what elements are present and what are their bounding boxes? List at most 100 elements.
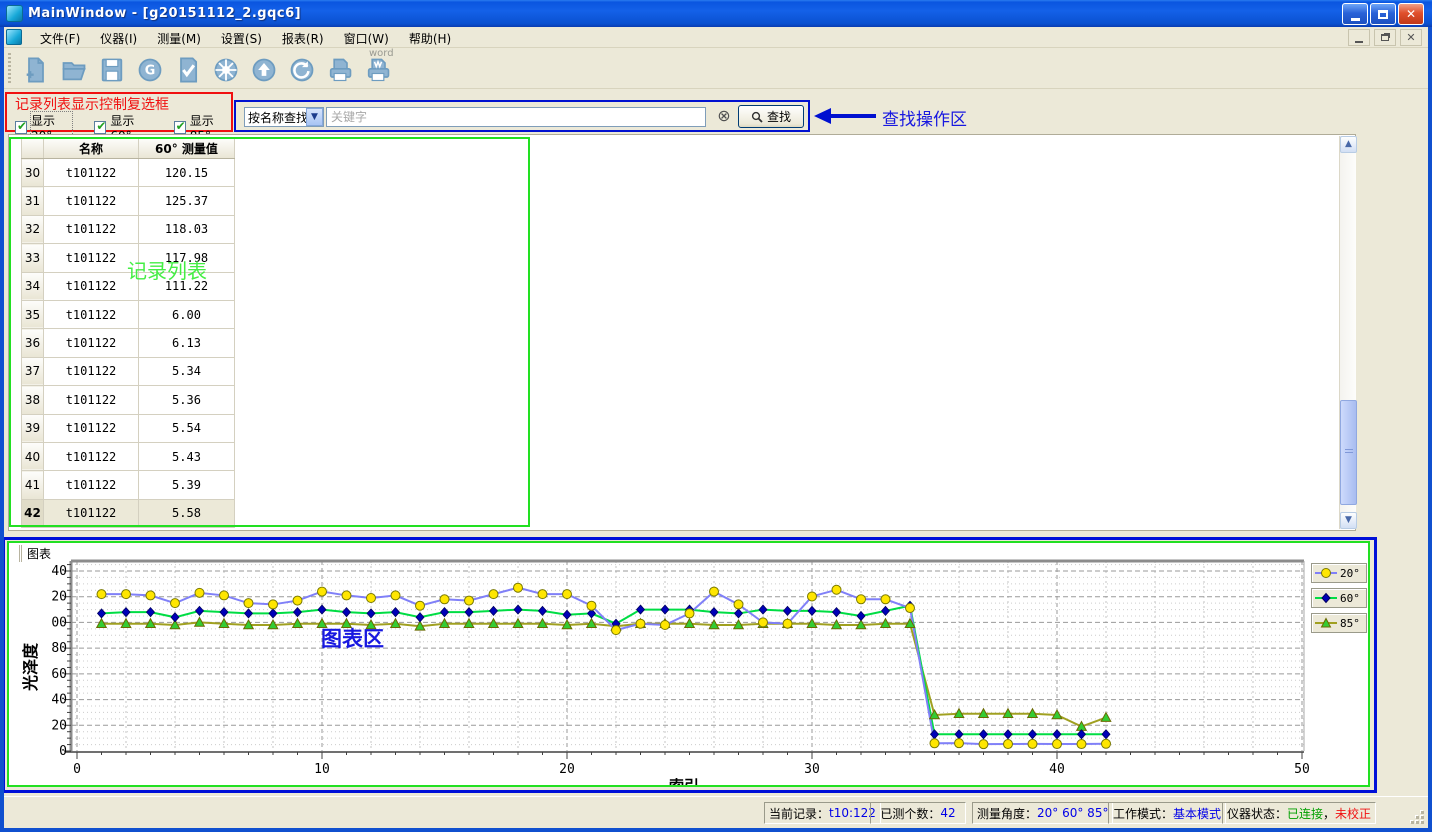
menu-item-2[interactable]: 仪器(I) bbox=[90, 28, 147, 47]
toolbar-print-button[interactable] bbox=[321, 50, 359, 86]
row-number-cell[interactable]: 33 bbox=[22, 244, 44, 272]
search-mode-combobox[interactable]: 按名称查找 ▼ bbox=[244, 107, 324, 127]
table-row[interactable]: 32t101122118.03 bbox=[22, 215, 235, 243]
name-cell[interactable]: t101122 bbox=[44, 414, 139, 442]
menu-item-4[interactable]: 设置(S) bbox=[211, 28, 272, 47]
row-number-cell[interactable]: 32 bbox=[22, 215, 44, 243]
table-row[interactable]: 37t1011225.34 bbox=[22, 357, 235, 385]
name-cell[interactable]: t101122 bbox=[44, 499, 139, 527]
checkbox-icon[interactable]: ✔ bbox=[94, 121, 106, 134]
toolbar-apply-check-button[interactable] bbox=[169, 50, 207, 86]
toolbar-save-file-button[interactable] bbox=[93, 50, 131, 86]
scroll-up-button[interactable]: ▲ bbox=[1340, 136, 1357, 153]
name-cell[interactable]: t101122 bbox=[44, 187, 139, 215]
name-cell[interactable]: t101122 bbox=[44, 471, 139, 499]
value-cell[interactable]: 6.13 bbox=[139, 329, 235, 357]
row-number-cell[interactable]: 37 bbox=[22, 357, 44, 385]
value-cell[interactable]: 5.34 bbox=[139, 357, 235, 385]
toolbar-export-word-button[interactable]: word bbox=[359, 50, 397, 86]
table-row[interactable]: 41t1011225.39 bbox=[22, 471, 235, 499]
mdi-restore-button[interactable] bbox=[1374, 29, 1396, 46]
value-cell[interactable]: 5.39 bbox=[139, 471, 235, 499]
toolbar-sync-instrument-button[interactable]: G bbox=[131, 50, 169, 86]
annotation-arrow-icon bbox=[814, 108, 831, 124]
table-row[interactable]: 39t1011225.54 bbox=[22, 414, 235, 442]
minimize-button[interactable] bbox=[1342, 3, 1368, 25]
mdi-minimize-button[interactable] bbox=[1348, 29, 1370, 46]
row-number-cell[interactable]: 34 bbox=[22, 272, 44, 300]
scroll-down-button[interactable]: ▼ bbox=[1340, 512, 1357, 529]
legend-item-20[interactable]: 20° bbox=[1311, 563, 1367, 583]
mdi-close-button[interactable]: ✕ bbox=[1400, 29, 1422, 46]
maximize-button[interactable] bbox=[1370, 3, 1396, 25]
name-cell[interactable]: t101122 bbox=[44, 386, 139, 414]
mdi-restore-icon bbox=[1381, 34, 1389, 41]
menu-item-7[interactable]: 帮助(H) bbox=[399, 28, 461, 47]
status-label: 已测个数： bbox=[880, 805, 940, 822]
value-cell[interactable]: 5.36 bbox=[139, 386, 235, 414]
scrollbar-thumb[interactable] bbox=[1340, 400, 1357, 505]
close-button[interactable]: ✕ bbox=[1398, 3, 1424, 25]
table-row[interactable]: 35t1011226.00 bbox=[22, 300, 235, 328]
legend-item-60[interactable]: 60° bbox=[1311, 588, 1367, 608]
row-number-cell[interactable]: 36 bbox=[22, 329, 44, 357]
menu-item-6[interactable]: 窗口(W) bbox=[334, 28, 399, 47]
name-cell[interactable]: t101122 bbox=[44, 244, 139, 272]
name-column-header[interactable]: 名称 bbox=[44, 138, 139, 159]
toolbar-measure-wheel-button[interactable] bbox=[207, 50, 245, 86]
table-row[interactable]: 42t1011225.58 bbox=[22, 499, 235, 527]
row-number-cell[interactable]: 35 bbox=[22, 300, 44, 328]
row-number-cell[interactable]: 31 bbox=[22, 187, 44, 215]
name-cell[interactable]: t101122 bbox=[44, 329, 139, 357]
name-cell[interactable]: t101122 bbox=[44, 272, 139, 300]
toolbar-open-file-button[interactable] bbox=[55, 50, 93, 86]
save-file-icon bbox=[98, 56, 126, 84]
menu-item-5[interactable]: 报表(R) bbox=[272, 28, 334, 47]
table-row[interactable]: 40t1011225.43 bbox=[22, 442, 235, 470]
table-row[interactable]: 31t101122125.37 bbox=[22, 187, 235, 215]
menu-item-3[interactable]: 测量(M) bbox=[147, 28, 211, 47]
toolbar-refresh-button[interactable] bbox=[283, 50, 321, 86]
vertical-scrollbar[interactable]: ▲ ▼ bbox=[1339, 136, 1356, 529]
value-cell[interactable]: 120.15 bbox=[139, 159, 235, 187]
resize-grip[interactable] bbox=[1410, 810, 1424, 824]
toolbar-new-file-button[interactable] bbox=[17, 50, 55, 86]
checkbox-icon[interactable]: ✔ bbox=[15, 121, 27, 134]
legend-item-85[interactable]: 85° bbox=[1311, 613, 1367, 633]
value-cell[interactable]: 5.58 bbox=[139, 499, 235, 527]
chevron-down-icon[interactable]: ▼ bbox=[306, 108, 323, 126]
row-number-cell[interactable]: 42 bbox=[22, 499, 44, 527]
status-label: 仪器状态： bbox=[1227, 805, 1287, 822]
measure-wheel-icon bbox=[212, 56, 240, 84]
table-row[interactable]: 36t1011226.13 bbox=[22, 329, 235, 357]
name-cell[interactable]: t101122 bbox=[44, 159, 139, 187]
value-cell[interactable]: 118.03 bbox=[139, 215, 235, 243]
value-cell[interactable]: 6.00 bbox=[139, 300, 235, 328]
value-cell[interactable]: 5.54 bbox=[139, 414, 235, 442]
table-row[interactable]: 38t1011225.36 bbox=[22, 386, 235, 414]
table-row[interactable]: 30t101122120.15 bbox=[22, 159, 235, 187]
filter-annotation-box: 记录列表显示控制复选框 ✔显示20°✔显示60°✔显示85° bbox=[5, 92, 233, 132]
value-cell[interactable]: 125.37 bbox=[139, 187, 235, 215]
row-number-cell[interactable]: 40 bbox=[22, 442, 44, 470]
row-number-cell[interactable]: 39 bbox=[22, 414, 44, 442]
name-cell[interactable]: t101122 bbox=[44, 442, 139, 470]
value-column-header[interactable]: 60° 测量值 bbox=[139, 138, 235, 159]
search-input[interactable] bbox=[326, 107, 706, 127]
name-cell[interactable]: t101122 bbox=[44, 215, 139, 243]
row-number-cell[interactable]: 41 bbox=[22, 471, 44, 499]
clear-search-button[interactable]: ⊗ bbox=[714, 107, 734, 127]
toolbar-upload-button[interactable] bbox=[245, 50, 283, 86]
menu-item-1[interactable]: 文件(F) bbox=[30, 28, 90, 47]
name-cell[interactable]: t101122 bbox=[44, 357, 139, 385]
status-value: 42 bbox=[940, 806, 955, 820]
main-window: MainWindow - [g20151112_2.gqc6] ✕ 文件(F)仪… bbox=[0, 0, 1432, 832]
document-icon bbox=[6, 29, 22, 45]
value-cell[interactable]: 5.43 bbox=[139, 442, 235, 470]
toolbar-grip[interactable] bbox=[8, 53, 11, 83]
row-number-cell[interactable]: 38 bbox=[22, 386, 44, 414]
row-number-cell[interactable]: 30 bbox=[22, 159, 44, 187]
checkbox-icon[interactable]: ✔ bbox=[174, 121, 186, 134]
name-cell[interactable]: t101122 bbox=[44, 300, 139, 328]
find-button[interactable]: 查找 bbox=[738, 105, 804, 128]
